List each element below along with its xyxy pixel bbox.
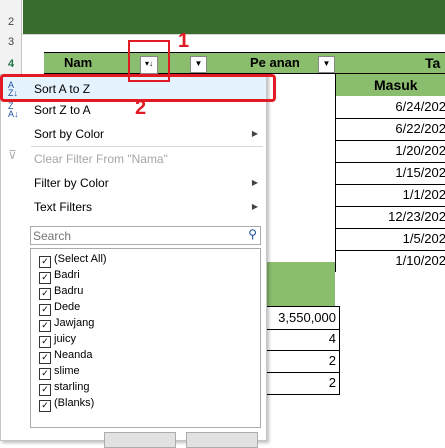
menu-item-label: Sort by Color: [34, 127, 105, 141]
list-item[interactable]: ✓ (Select All): [39, 251, 107, 268]
date-cell[interactable]: 1/10/202: [335, 250, 445, 272]
filter-dropdown-button[interactable]: ▼: [190, 56, 207, 73]
search-input[interactable]: [33, 228, 233, 243]
date-cell[interactable]: 1/1/202: [335, 184, 445, 207]
date-cell[interactable]: 1/15/202: [335, 162, 445, 185]
column-header-tanggal: Ta: [425, 55, 441, 71]
cancel-button[interactable]: [186, 432, 258, 448]
submenu-arrow-icon: ▶: [251, 202, 258, 211]
gridline: [22, 34, 445, 35]
list-item[interactable]: ✓ Neanda: [39, 347, 93, 364]
annotation-step-2: 2: [135, 97, 147, 119]
filter-value-list: ✓ (Select All) ✓ Badri ✓ Badru ✓ Dede ✓ Jawja…: [30, 248, 261, 428]
search-box[interactable]: ⚲: [30, 226, 261, 245]
menu-item-text-filters[interactable]: Text Filters ▶: [2, 195, 266, 219]
list-item-label: Dede: [54, 301, 81, 313]
list-item-label: starling: [54, 381, 90, 393]
filter-dropdown-button[interactable]: ▼: [318, 56, 335, 73]
list-item[interactable]: ✓ juicy: [39, 331, 77, 348]
date-cell[interactable]: 1/20/202: [335, 140, 445, 163]
number-cell[interactable]: 2: [265, 372, 340, 395]
list-item[interactable]: ✓ Badri: [39, 267, 80, 284]
number-cell[interactable]: 4: [265, 328, 340, 351]
search-icon: ⚲: [248, 227, 257, 241]
menu-item-label: Clear Filter From "Nama": [34, 152, 168, 166]
list-item[interactable]: ✓ Jawjang: [39, 315, 95, 332]
list-item-label: (Blanks): [54, 397, 95, 409]
submenu-arrow-icon: ▶: [251, 129, 258, 138]
checkbox-icon[interactable]: ✓: [39, 400, 51, 412]
sort-descending-icon: Z A↓: [8, 101, 19, 119]
row-number[interactable]: 4: [0, 58, 22, 70]
date-cell[interactable]: 6/24/202: [335, 96, 445, 119]
menu-item-label: Filter by Color: [34, 176, 109, 190]
list-item-label: Neanda: [54, 349, 93, 361]
list-item[interactable]: ✓ Dede: [39, 299, 81, 316]
column-header-pembelian: Pe anan: [250, 55, 300, 70]
list-item-label: juicy: [54, 333, 77, 345]
title-band: [23, 0, 445, 34]
summary-header: [255, 262, 335, 306]
column-header-nama: Nam: [64, 55, 93, 70]
date-cell[interactable]: 1/5/202: [335, 228, 445, 251]
list-item[interactable]: ✓ Badru: [39, 283, 84, 300]
column-header-masuk: Masuk: [335, 74, 445, 96]
menu-item-clear-filter: ⊽ Clear Filter From "Nama": [2, 147, 266, 171]
row-number[interactable]: 3: [0, 36, 22, 48]
clear-filter-icon: ⊽: [8, 148, 17, 162]
menu-item-label: Text Filters: [34, 200, 93, 214]
number-cell[interactable]: 2: [265, 350, 340, 373]
row-number[interactable]: 2: [0, 16, 22, 28]
list-item[interactable]: ✓ starling: [39, 379, 90, 396]
list-item-label: Badru: [54, 285, 84, 297]
table-header-row: [44, 52, 445, 74]
menu-item-filter-by-color[interactable]: Filter by Color ▶: [2, 171, 266, 195]
list-item-label: Jawjang: [54, 317, 95, 329]
list-item-label: Badri: [54, 269, 80, 281]
list-item-label: slime: [54, 365, 80, 377]
date-cell[interactable]: 12/23/202: [335, 206, 445, 229]
list-item-label: (Select All): [54, 253, 107, 265]
annotation-step-1: 1: [178, 30, 190, 52]
ok-button[interactable]: [104, 432, 176, 448]
number-cell[interactable]: 3,550,000: [265, 306, 340, 330]
menu-item-label: Sort Z to A: [34, 103, 91, 117]
list-item[interactable]: ✓ slime: [39, 363, 80, 380]
submenu-arrow-icon: ▶: [251, 178, 258, 187]
menu-item-sort-by-color[interactable]: Sort by Color ▶: [2, 122, 266, 146]
list-item[interactable]: ✓ (Blanks): [39, 395, 95, 412]
date-cell[interactable]: 6/22/202: [335, 118, 445, 141]
